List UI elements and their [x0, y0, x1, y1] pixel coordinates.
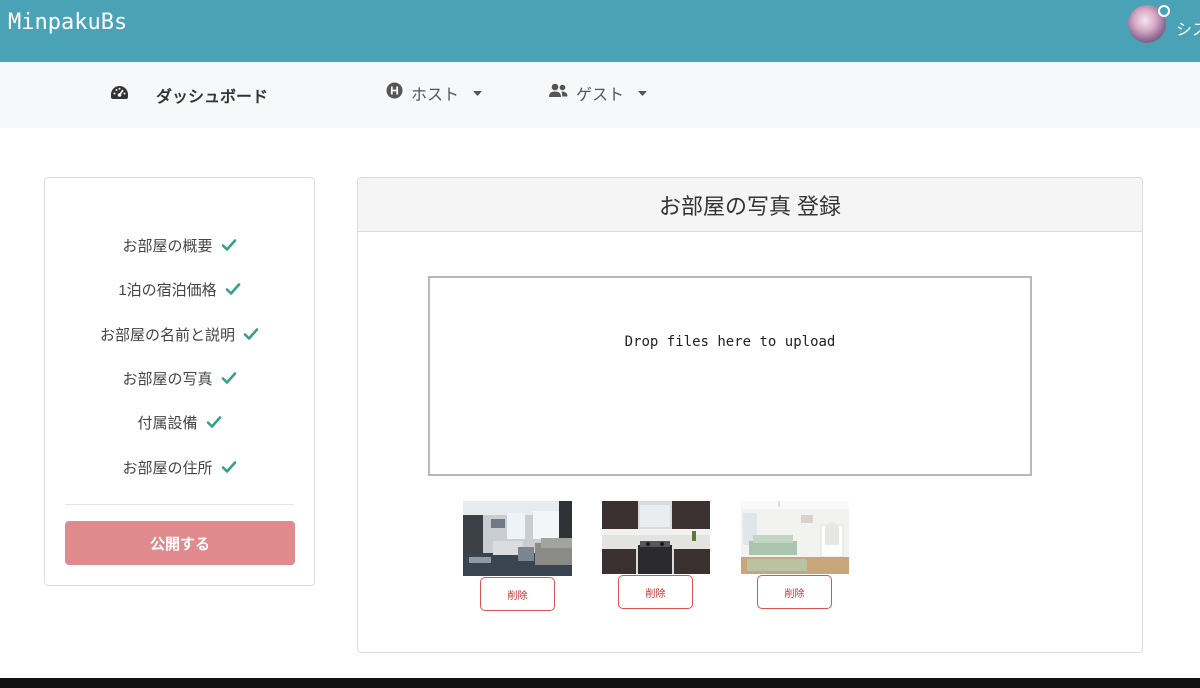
step-label: 付属設備 [137, 414, 198, 432]
delete-photo-button[interactable]: 削除 [618, 575, 693, 609]
taskbar-strip [0, 678, 1200, 688]
step-overview[interactable]: お部屋の概要 [45, 233, 314, 257]
top-bar: MinpakuBs シス [0, 0, 1200, 62]
step-label: お部屋の概要 [122, 237, 213, 255]
divider [65, 504, 294, 505]
step-photos[interactable]: お部屋の写真 [45, 366, 314, 390]
room-photo-kitchen [602, 501, 710, 574]
listing-steps-panel: お部屋の概要 1泊の宿泊価格 お部屋の名前と説明 お部屋の写真 付属設備 お部屋… [44, 177, 315, 586]
check-icon [221, 459, 237, 475]
nav-host-label: ホスト [411, 87, 460, 104]
step-label: お部屋の写真 [122, 370, 213, 388]
nav-host-dropdown[interactable]: ホスト [386, 60, 483, 126]
brand-logo[interactable]: MinpakuBs [8, 10, 127, 35]
nav-dashboard[interactable]: ダッシュボード [110, 62, 268, 128]
step-label: 1泊の宿泊価格 [118, 281, 217, 299]
check-icon [206, 414, 222, 430]
caret-down-icon [473, 84, 483, 102]
tachometer-icon [110, 85, 129, 106]
step-address[interactable]: お部屋の住所 [45, 455, 314, 479]
check-icon [221, 370, 237, 386]
caret-down-icon [638, 84, 648, 102]
dropzone-text: Drop files here to upload [624, 334, 836, 350]
step-label: お部屋の住所 [122, 459, 213, 477]
h-circle-icon [386, 82, 403, 104]
step-price[interactable]: 1泊の宿泊価格 [45, 277, 314, 301]
room-photo-living-room [463, 501, 572, 576]
check-icon [221, 237, 237, 253]
nav-guest-dropdown[interactable]: ゲスト [548, 60, 648, 126]
users-icon [548, 83, 568, 103]
page-title: お部屋の写真 登録 [358, 178, 1142, 232]
delete-photo-button[interactable]: 削除 [480, 577, 555, 611]
file-dropzone[interactable]: Drop files here to upload [428, 276, 1032, 476]
user-name[interactable]: シス [1176, 16, 1200, 40]
step-amenities[interactable]: 付属設備 [45, 410, 314, 434]
delete-photo-button[interactable]: 削除 [757, 575, 832, 609]
publish-button[interactable]: 公開する [65, 521, 295, 565]
step-name-description[interactable]: お部屋の名前と説明 [45, 322, 314, 346]
status-indicator [1158, 5, 1170, 17]
nav-bar: ダッシュボード ホスト ゲスト [0, 62, 1200, 128]
check-icon [225, 281, 241, 297]
room-photo-bedroom [741, 501, 849, 574]
step-label: お部屋の名前と説明 [99, 326, 235, 344]
nav-dashboard-label: ダッシュボード [156, 89, 269, 106]
check-icon [243, 326, 259, 342]
nav-guest-label: ゲスト [576, 87, 625, 104]
